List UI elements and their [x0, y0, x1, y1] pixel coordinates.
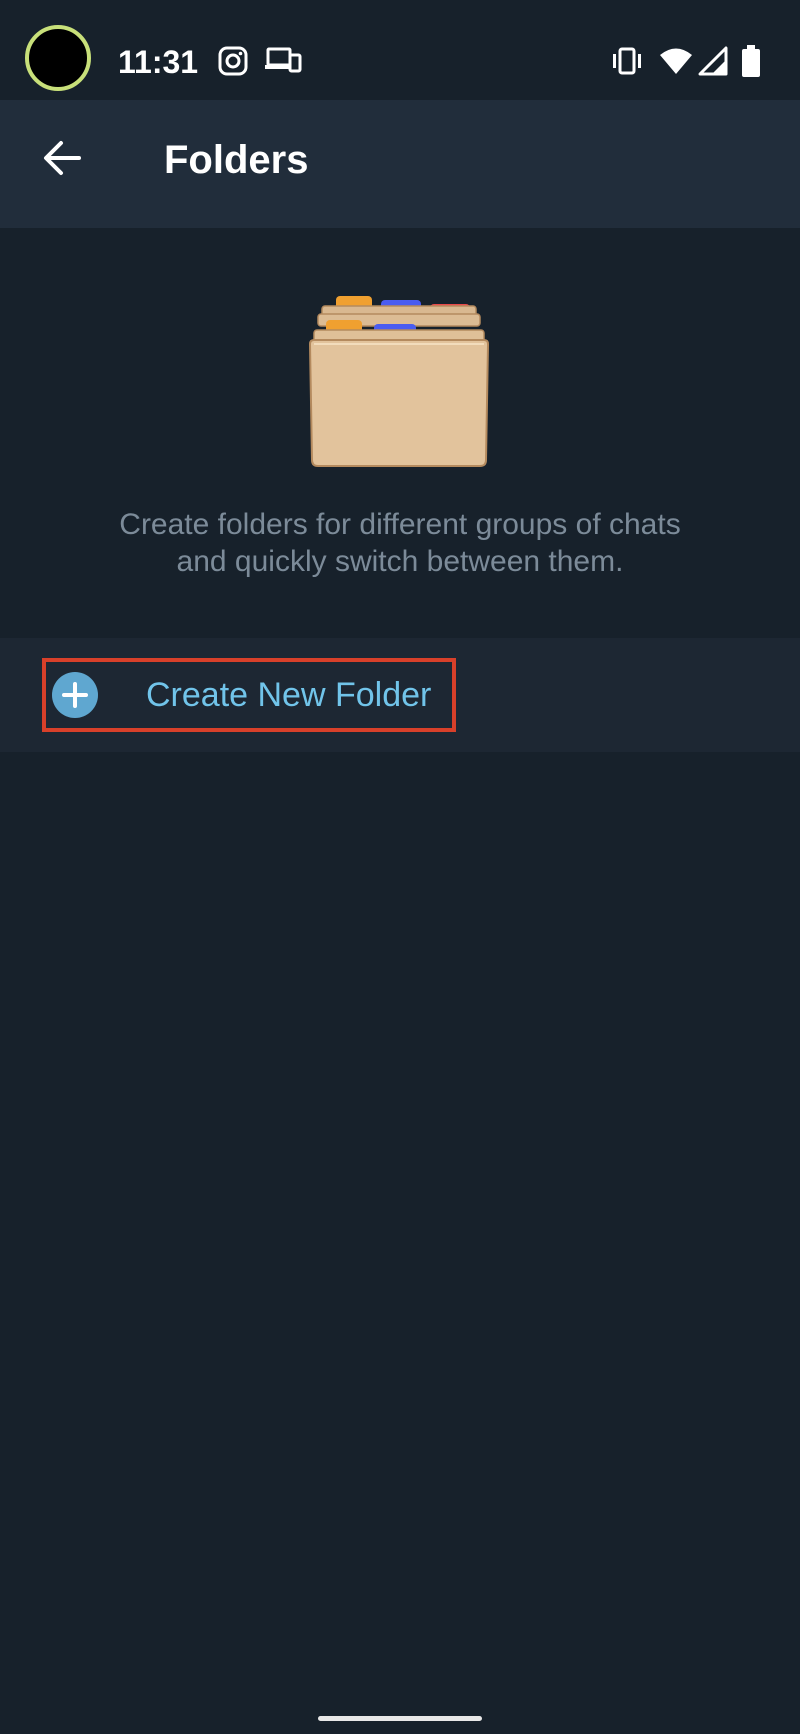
instagram-icon — [218, 46, 248, 81]
signal-icon — [698, 46, 728, 81]
devices-icon — [264, 46, 302, 81]
description-line-2: and quickly switch between them. — [176, 545, 624, 578]
status-bar: 11:31 — [0, 0, 800, 100]
page-title: Folders — [164, 138, 309, 182]
home-indicator[interactable] — [318, 1716, 482, 1721]
folders-description: Create folders for different groups of c… — [60, 506, 740, 580]
folders-illustration — [306, 290, 492, 468]
back-button[interactable] — [30, 128, 94, 192]
plus-circle-icon — [52, 672, 98, 718]
folders-intro: Create folders for different groups of c… — [0, 228, 800, 638]
create-new-folder-label: Create New Folder — [146, 676, 432, 714]
app-bar: Folders — [0, 100, 800, 228]
create-folder-row: Create New Folder — [0, 638, 800, 752]
profile-avatar[interactable] — [25, 25, 91, 91]
description-line-1: Create folders for different groups of c… — [119, 508, 681, 541]
battery-icon — [740, 44, 762, 83]
status-time: 11:31 — [118, 44, 199, 80]
create-new-folder-button[interactable]: Create New Folder — [42, 658, 456, 732]
wifi-icon — [658, 46, 694, 81]
arrow-back-icon — [41, 137, 83, 184]
vibrate-icon — [610, 46, 644, 81]
